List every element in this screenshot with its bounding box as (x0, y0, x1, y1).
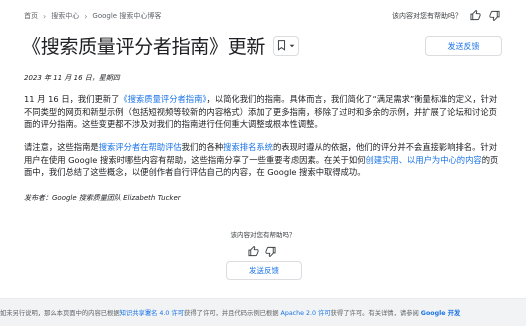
text: 请注意，这些指南是 (24, 142, 99, 152)
chevron-down-icon (289, 44, 295, 47)
developer-policies-link[interactable]: Google 开发 (421, 310, 461, 317)
thumb-down-icon[interactable] (489, 10, 500, 22)
license-footer: 如未另行说明，那么本页面中的内容已根据知识共享署名 4.0 许可获得了许可，并且… (0, 308, 526, 317)
cc-license-link[interactable]: 知识共享署名 4.0 许可 (120, 310, 184, 317)
breadcrumb-home[interactable]: 首页 (24, 11, 38, 21)
page-title: 《搜索质量评分者指南》更新 (22, 36, 266, 58)
helpful-prompt-bottom: 该内容对您有帮助吗？ (230, 231, 296, 239)
chevron-right-icon: › (43, 11, 47, 21)
bookmark-icon (278, 40, 286, 51)
thumb-up-icon[interactable] (248, 242, 259, 257)
title-row: 《搜索质量评分者指南》更新 (22, 32, 300, 59)
breadcrumb-blog[interactable]: Google 搜索中心博客 (92, 11, 161, 21)
chevron-right-icon: › (84, 11, 88, 21)
apache-license-link[interactable]: Apache 2.0 许可 (281, 310, 331, 317)
paragraph-1: 11 月 16 日，我们更新了《搜索质量评分者指南》，以简化我们的指南。具体而言… (24, 93, 502, 131)
helpful-content-link[interactable]: 创建实用、以用户为中心的内容 (366, 155, 482, 165)
helpful-widget-top: 该内容对您有帮助吗？ (392, 9, 500, 22)
post-date: 2023 年 11 月 16 日，星期四 (24, 74, 120, 82)
thumb-down-icon[interactable] (265, 242, 276, 258)
text: 如未另行说明，那么本页面中的内容已根据 (0, 310, 120, 317)
raters-help-evaluate-link[interactable]: 搜索评分者在帮助评估 (99, 142, 182, 152)
paragraph-2: 请注意，这些指南是搜索评分者在帮助评估我们的各种搜索排名系统的表现时遵从的依据，… (24, 141, 502, 179)
text: 获得了许可，并且代码示例已根据 (184, 310, 281, 317)
breadcrumb-search-central[interactable]: 搜索中心 (51, 11, 79, 21)
bookmark-button[interactable] (273, 35, 300, 56)
helpful-prompt: 该内容对您有帮助吗？ (392, 11, 462, 20)
thumb-up-icon[interactable] (470, 9, 481, 21)
helpful-widget-bottom (248, 242, 276, 258)
text: 11 月 16 日，我们更新了 (24, 94, 120, 104)
send-feedback-button[interactable]: 发送反馈 (425, 36, 502, 56)
send-feedback-bottom-button[interactable]: 发送反馈 (226, 261, 302, 280)
text: 获得了许可。有关详情，请参阅 (330, 310, 421, 317)
text: 我们的各种 (181, 142, 224, 152)
breadcrumb: 首页 › 搜索中心 › Google 搜索中心博客 (24, 11, 161, 21)
post-author: 发布者：Google 搜索质量团队 Elizabeth Tucker (24, 194, 181, 202)
raters-guidelines-link[interactable]: 《搜索质量评分者指南》 (119, 94, 206, 104)
ranking-systems-link[interactable]: 搜索排名系统 (223, 142, 273, 152)
